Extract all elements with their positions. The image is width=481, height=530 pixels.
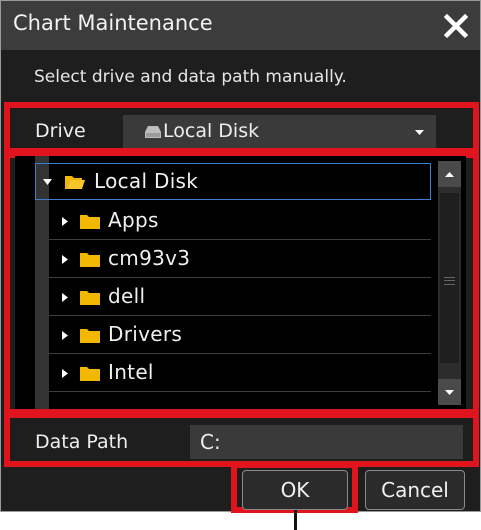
folder-icon bbox=[80, 367, 100, 381]
tree-item-label: dell bbox=[108, 284, 146, 308]
cancel-button[interactable]: Cancel bbox=[365, 470, 465, 510]
chevron-down-icon bbox=[415, 130, 424, 135]
tree-item-label: cm93v3 bbox=[108, 246, 191, 270]
chart-maintenance-dialog: Chart Maintenance Select drive and data … bbox=[0, 0, 481, 513]
tree-item-dell[interactable]: dell bbox=[49, 279, 431, 316]
disk-icon bbox=[145, 126, 161, 138]
close-button[interactable] bbox=[438, 8, 474, 44]
tree-scrollbar[interactable] bbox=[438, 161, 461, 405]
data-path-label: Data Path bbox=[35, 431, 129, 453]
drive-dropdown[interactable]: Local Disk bbox=[123, 115, 436, 148]
tree-root-local-disk[interactable]: Local Disk bbox=[35, 163, 431, 200]
tree-item-intel[interactable]: Intel bbox=[49, 355, 431, 392]
dialog-title: Chart Maintenance bbox=[13, 11, 213, 35]
scroll-down-button[interactable] bbox=[438, 379, 461, 405]
tree-root-label: Local Disk bbox=[94, 169, 199, 193]
drive-label: Drive bbox=[35, 120, 86, 142]
folder-tree: Local Disk Apps cm93v3 dell Drivers Inte… bbox=[15, 156, 466, 410]
collapsed-triangle-icon[interactable] bbox=[61, 331, 69, 340]
collapsed-triangle-icon[interactable] bbox=[61, 369, 69, 378]
ok-button[interactable]: OK bbox=[242, 470, 348, 510]
collapsed-triangle-icon[interactable] bbox=[61, 217, 69, 226]
collapsed-triangle-icon[interactable] bbox=[61, 293, 69, 302]
folder-icon bbox=[80, 215, 100, 229]
close-icon bbox=[443, 13, 469, 39]
callout-pointer-line bbox=[294, 510, 297, 530]
tree-item-label: Intel bbox=[108, 360, 154, 384]
data-path-value: C: bbox=[200, 430, 221, 454]
collapsed-triangle-icon[interactable] bbox=[61, 255, 69, 264]
drive-selected-value: Local Disk bbox=[163, 120, 260, 142]
scroll-down-arrow-icon bbox=[445, 389, 454, 395]
scroll-grip-icon bbox=[444, 277, 455, 285]
data-path-input[interactable]: C: bbox=[190, 425, 463, 459]
open-folder-icon bbox=[65, 176, 85, 189]
tree-item-label: Apps bbox=[108, 208, 159, 232]
folder-icon bbox=[80, 291, 100, 305]
instruction-text: Select drive and data path manually. bbox=[34, 67, 347, 87]
title-bar: Chart Maintenance bbox=[1, 1, 480, 50]
tree-item-apps[interactable]: Apps bbox=[49, 203, 431, 240]
scroll-up-arrow-icon bbox=[445, 171, 454, 177]
folder-icon bbox=[80, 329, 100, 343]
tree-item-cm93v3[interactable]: cm93v3 bbox=[49, 241, 431, 278]
folder-icon bbox=[80, 253, 100, 267]
tree-item-drivers[interactable]: Drivers bbox=[49, 317, 431, 354]
expanded-triangle-icon[interactable] bbox=[43, 179, 52, 185]
scroll-up-button[interactable] bbox=[438, 161, 461, 187]
tree-item-label: Drivers bbox=[108, 322, 183, 346]
scroll-thumb[interactable] bbox=[440, 193, 459, 363]
